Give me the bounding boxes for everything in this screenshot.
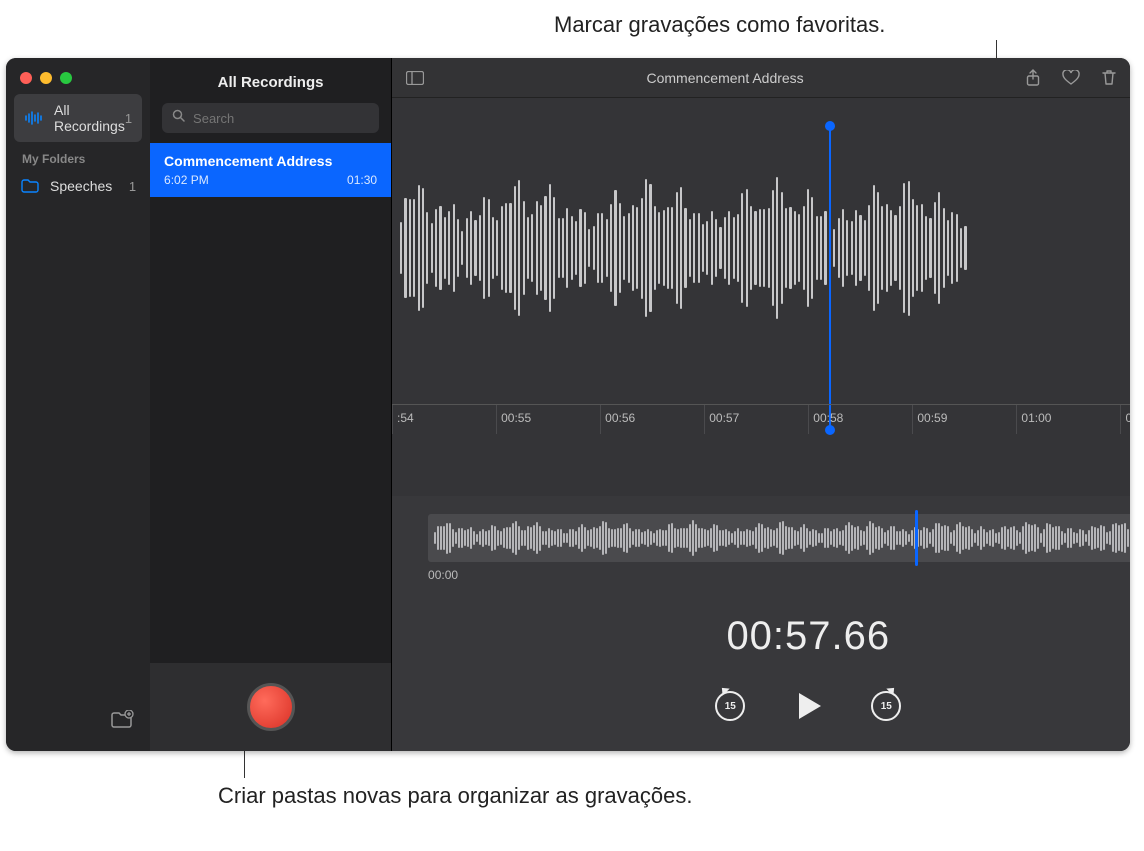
- waveform-scrubber[interactable]: :5400:5500:5600:5700:5800:5901:000: [392, 98, 1130, 496]
- timeline-tick: 00:58: [808, 405, 912, 434]
- overview-playhead[interactable]: [915, 510, 918, 566]
- recording-row[interactable]: Commencement Address 6:02 PM 01:30: [150, 143, 391, 197]
- overview-panel: 00:00 01:30: [392, 496, 1130, 590]
- search-field[interactable]: [162, 103, 379, 133]
- sidebar: All Recordings 1 My Folders Speeches 1: [6, 58, 150, 751]
- skip-forward-icon: 15: [871, 691, 901, 721]
- callout-favorite: Marcar gravações como favoritas.: [554, 12, 885, 38]
- skip-forward-15-button[interactable]: 15: [871, 691, 901, 721]
- waveform-display: [392, 98, 1130, 398]
- sidebar-item-count: 1: [125, 111, 132, 126]
- play-icon: [791, 689, 825, 723]
- new-folder-button[interactable]: [106, 706, 138, 739]
- timeline-tick: :54: [392, 405, 496, 434]
- playback-controls: 15 15: [392, 689, 1130, 751]
- recordings-list-title: All Recordings: [150, 58, 391, 103]
- sidebar-item-count: 1: [129, 179, 136, 194]
- play-button[interactable]: [791, 689, 825, 723]
- sidebar-section-header: My Folders: [6, 142, 150, 170]
- app-window: All Recordings 1 My Folders Speeches 1 A…: [6, 58, 1130, 751]
- overview-start-time: 00:00: [428, 568, 458, 582]
- current-time-display: 00:57.66: [392, 590, 1130, 689]
- traffic-lights: [6, 58, 150, 94]
- skip-back-15-button[interactable]: 15: [715, 691, 745, 721]
- timeline-tick: 01:00: [1016, 405, 1120, 434]
- folder-icon: [20, 179, 40, 193]
- close-window-button[interactable]: [20, 72, 32, 84]
- record-button[interactable]: [247, 683, 295, 731]
- zoom-window-button[interactable]: [60, 72, 72, 84]
- favorite-button[interactable]: [1058, 68, 1084, 88]
- share-button[interactable]: [1022, 67, 1044, 89]
- timeline-tick: 00:56: [600, 405, 704, 434]
- timeline-tick: 00:57: [704, 405, 808, 434]
- sidebar-item-all-recordings[interactable]: All Recordings 1: [14, 94, 142, 142]
- overview-scrubber[interactable]: [428, 514, 1130, 562]
- toggle-sidebar-button[interactable]: [402, 69, 428, 87]
- recordings-list-panel: All Recordings Commencement Address 6:02…: [150, 58, 392, 751]
- detail-panel: Commencement Address Edit :5400:5500:560…: [392, 58, 1130, 751]
- sidebar-item-label: Speeches: [50, 178, 129, 194]
- search-icon: [172, 109, 185, 127]
- recording-time: 6:02 PM: [164, 173, 209, 187]
- search-input[interactable]: [193, 111, 369, 126]
- minimize-window-button[interactable]: [40, 72, 52, 84]
- timeline-ruler: :5400:5500:5600:5700:5800:5901:000: [392, 404, 1130, 434]
- recording-duration: 01:30: [347, 173, 377, 187]
- skip-back-icon: 15: [715, 691, 745, 721]
- detail-title: Commencement Address: [442, 70, 1008, 86]
- playhead[interactable]: [829, 126, 831, 430]
- toolbar: Commencement Address Edit: [392, 58, 1130, 98]
- callout-new-folder: Criar pastas novas para organizar as gra…: [218, 782, 692, 811]
- timeline-tick: 0: [1120, 405, 1130, 434]
- timeline-tick: 00:59: [912, 405, 1016, 434]
- record-panel: [150, 663, 391, 751]
- sidebar-item-label: All Recordings: [54, 102, 125, 134]
- waveform-icon: [24, 111, 44, 125]
- sidebar-item-folder[interactable]: Speeches 1: [6, 170, 150, 202]
- delete-button[interactable]: [1098, 67, 1120, 88]
- recording-title: Commencement Address: [164, 153, 377, 169]
- timeline-tick: 00:55: [496, 405, 600, 434]
